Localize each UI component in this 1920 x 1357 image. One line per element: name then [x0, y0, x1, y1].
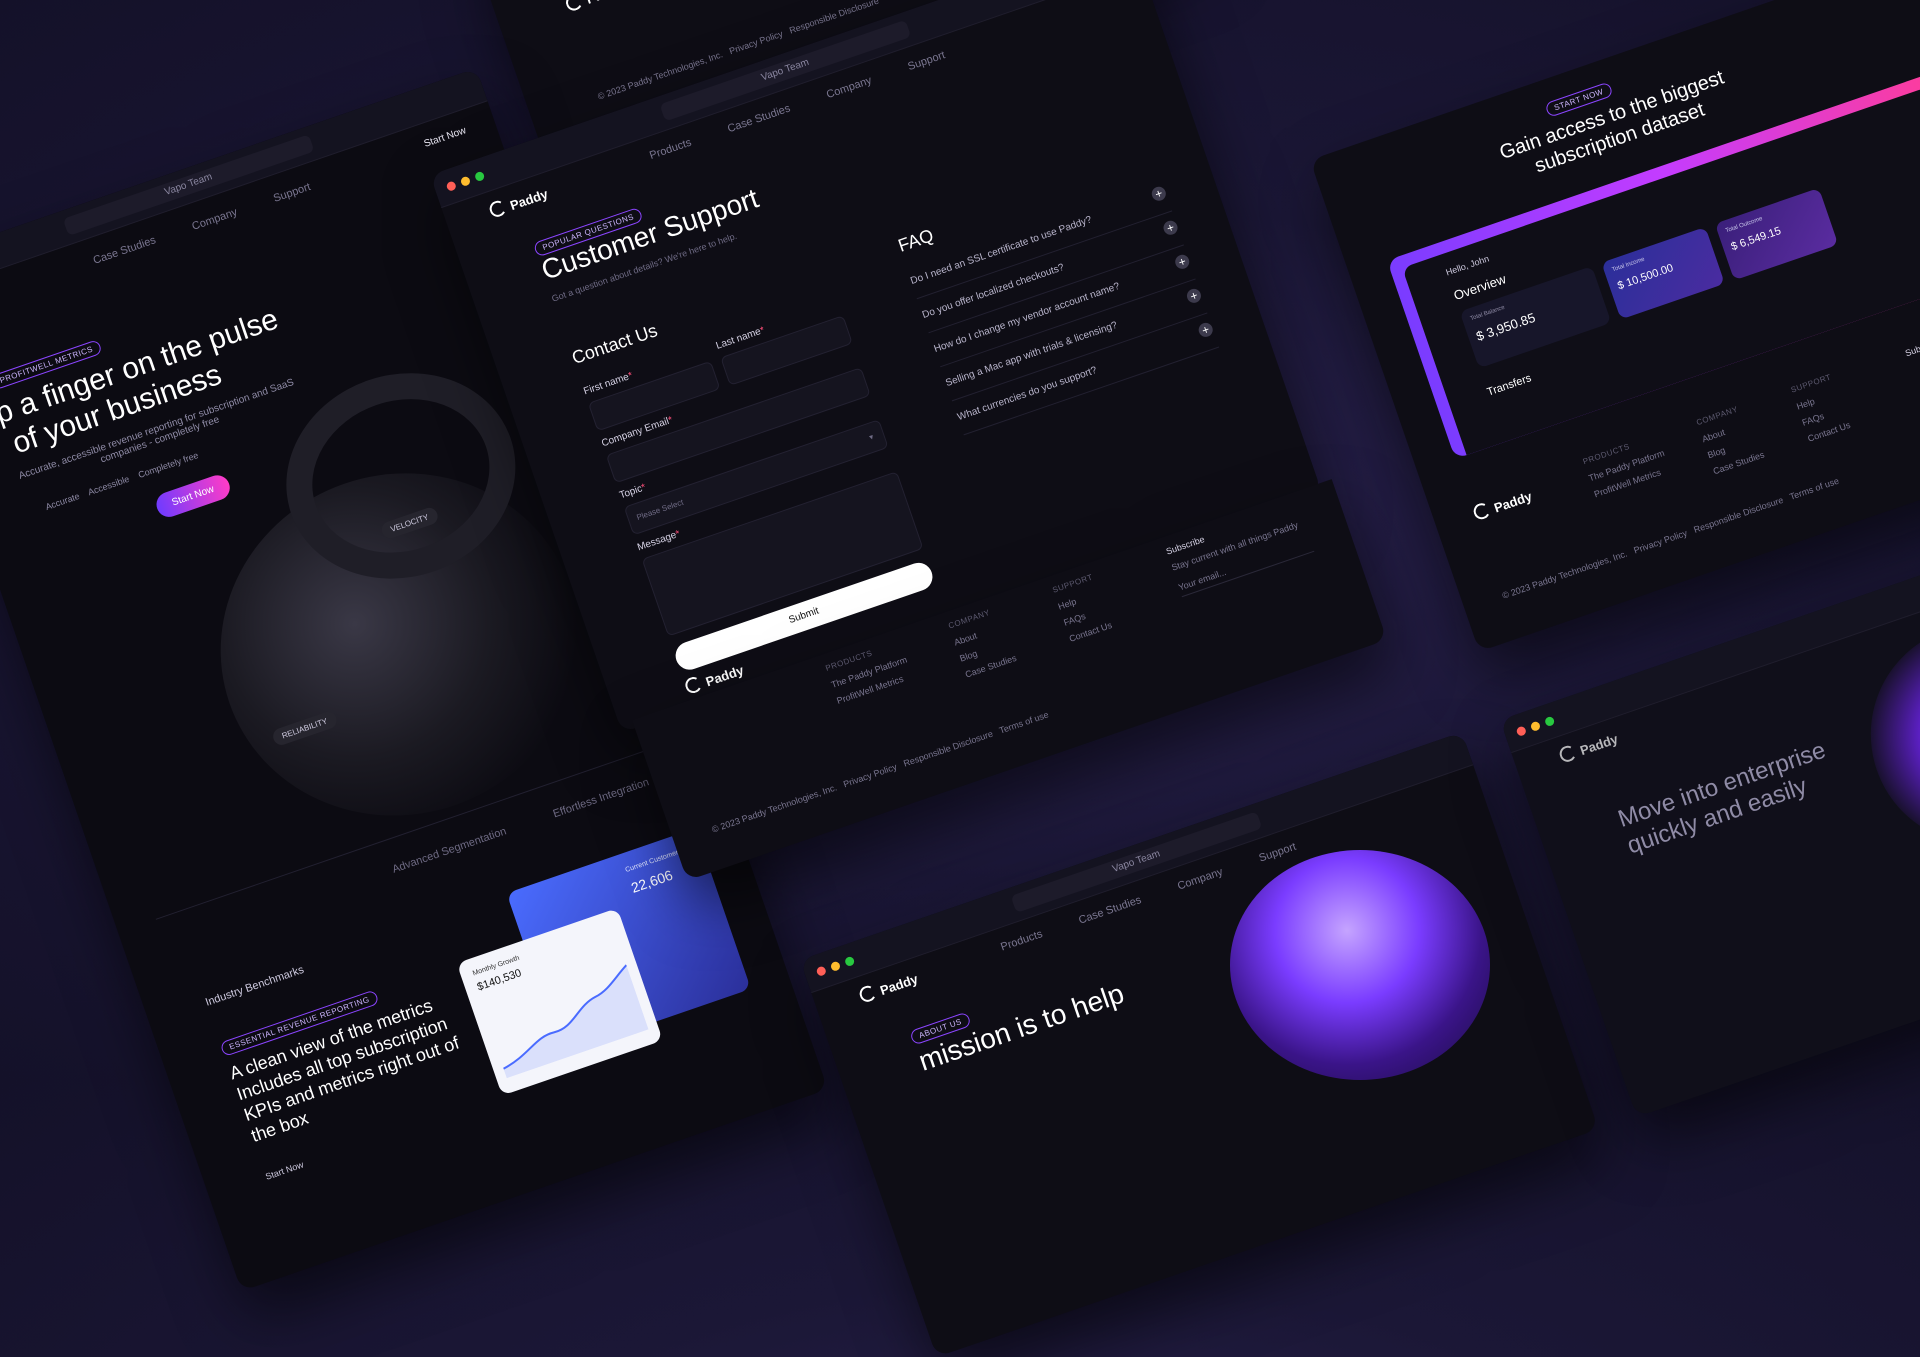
footer-legal-3[interactable]: Terms of use — [1788, 476, 1840, 502]
metrics-start-button[interactable]: Start Now — [153, 471, 234, 521]
footer-legal-3[interactable]: Terms of use — [998, 709, 1050, 735]
chevron-down-icon: ▾ — [868, 432, 875, 442]
enterprise-headline: Move into enterprise quickly and easily — [1614, 736, 1830, 860]
greeting: Hello, John — [1444, 253, 1491, 278]
plus-icon: + — [1149, 184, 1168, 203]
nav-item-support[interactable]: Support — [906, 49, 946, 73]
dataset-page-tile: START NOW Gain access to the biggest sub… — [1310, 0, 1920, 652]
footer-copyright: © 2023 Paddy Technologies, Inc. — [710, 782, 839, 835]
nav-item-support[interactable]: Support — [272, 181, 312, 205]
nav-item-company[interactable]: Company — [825, 74, 873, 101]
nav-item-company[interactable]: Company — [190, 206, 238, 233]
faq-list: Do I need an SSL certificate to use Padd… — [905, 177, 1220, 436]
nav-item-products[interactable]: Products — [648, 137, 693, 162]
plus-icon: + — [1196, 321, 1215, 339]
report-start-link[interactable]: Start Now — [264, 1159, 305, 1181]
nav-item-support[interactable]: Support — [1257, 841, 1297, 865]
footer-copyright: © 2023 Paddy Technologies, Inc. — [1500, 548, 1629, 601]
subscribe-title: Subscribe — [1903, 335, 1920, 359]
url-bar[interactable]: Vapo Team — [62, 134, 315, 236]
customers-value: 22,606 — [629, 866, 675, 896]
tab-benchmarks[interactable]: Industry Benchmarks — [204, 964, 306, 1009]
tab-integration[interactable]: Effortless Integration — [552, 776, 651, 820]
income-label: Total Income — [1611, 256, 1646, 274]
badge-accurate: Accurate — [44, 490, 81, 512]
brand-logo: Paddy — [563, 0, 626, 14]
nav-item-company[interactable]: Company — [1176, 866, 1224, 893]
footer-legal: © 2023 Paddy Technologies, Inc. Privacy … — [1501, 476, 1840, 601]
nav-item-products[interactable]: Products — [999, 928, 1044, 953]
customers-label: Current Customers — [624, 848, 683, 875]
footer-company: COMPANY About Blog Case Studies — [947, 607, 1018, 680]
outcome-card: Total Outcome $ 6,549.15 — [1714, 187, 1839, 281]
brand-logo[interactable]: Paddy — [1557, 729, 1620, 765]
plus-icon: + — [1185, 286, 1203, 305]
transfers-heading: Transfers — [1485, 372, 1533, 399]
contact-heading: Contact Us — [569, 320, 660, 369]
dashboard-panel: Hello, John Overview Total Balance $ 3,9… — [1402, 86, 1920, 456]
footer-legal-1[interactable]: Privacy Policy — [728, 29, 784, 57]
nav-item-case-studies[interactable]: Case Studies — [726, 102, 792, 135]
plus-icon: + — [1173, 252, 1192, 271]
footer-company: COMPANY About Blog Case Studies — [1695, 404, 1766, 477]
badge-free: Completely free — [136, 450, 200, 481]
badge-accessible: Accessible — [86, 473, 131, 498]
footer-legal: © 2023 Paddy Technologies, Inc. Privacy … — [711, 709, 1050, 834]
plus-icon: + — [1161, 218, 1180, 237]
income-card: Total Income $ 10,500.00 — [1601, 226, 1725, 320]
nav-item-case-studies[interactable]: Case Studies — [1077, 894, 1143, 927]
mockup-stage: Paddy © 2023 Paddy Technologies, Inc. Pr… — [0, 0, 1920, 1357]
footer-products: PRODUCTS The Paddy Platform ProfitWell M… — [824, 638, 916, 712]
faq-heading: FAQ — [895, 225, 937, 256]
footer-support: SUPPORT Help FAQs Contact Us — [1789, 372, 1852, 444]
nav-item-case-studies[interactable]: Case Studies — [92, 234, 158, 267]
footer-legal-2[interactable]: Responsible Disclosure — [902, 729, 994, 769]
mission-page-tile: Vapo Team Paddy Products Case Studies Co… — [800, 732, 1599, 1357]
footer-support: SUPPORT Help FAQs Contact Us — [1051, 572, 1114, 644]
footer-legal-2[interactable]: Responsible Disclosure — [1692, 495, 1784, 535]
footer-logo[interactable]: Paddy — [1471, 487, 1534, 523]
footer-legal-1[interactable]: Privacy Policy — [842, 762, 898, 790]
purple-sphere — [1230, 850, 1490, 1080]
footer-legal-1[interactable]: Privacy Policy — [1632, 528, 1688, 556]
footer-products: PRODUCTS The Paddy Platform ProfitWell M… — [1582, 432, 1674, 506]
